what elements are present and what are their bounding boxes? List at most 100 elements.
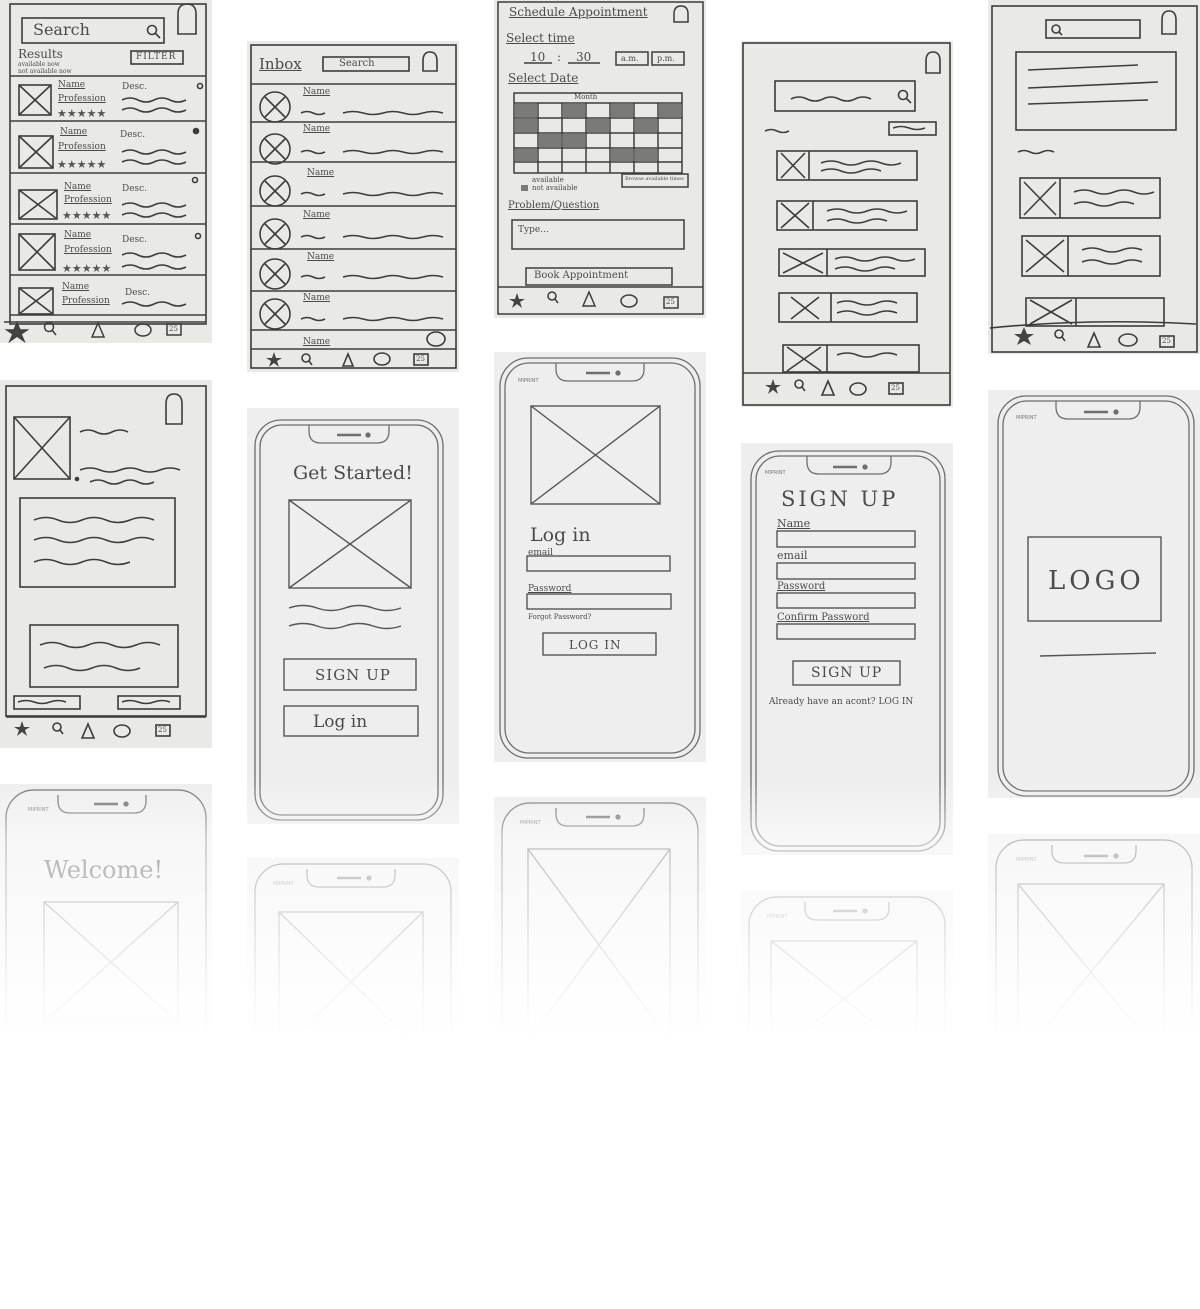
result-profession: Profession [62,296,110,306]
signup-button[interactable]: SIGN UP [811,666,882,680]
feed-screen-sketch [989,5,1198,353]
logo-placeholder: LOGO [1048,566,1145,596]
calendar-day: 25 [158,726,167,734]
results-screen: ★★★★★ ★★★★★ ★★★★★ ★★★★★ Search Results F… [0,0,212,343]
result-desc: Desc. [122,184,148,194]
svg-text:★★★★★: ★★★★★ [57,158,106,171]
placeholder-phone-frame [254,863,452,1058]
result-name[interactable]: Name [62,283,89,292]
problem-input[interactable]: Type... [518,226,549,235]
sign-up-button[interactable]: SIGN UP [315,668,391,683]
placeholder-screen: MIPRINT [247,858,459,1058]
placeholder-screen: MIPRINT [988,834,1200,1060]
get-started-screen: Get Started! SIGN UP Log in [247,408,459,824]
placeholder-screen: MIPRINT [494,797,706,1057]
signup-title: SIGN UP [781,487,899,511]
email-label: email [777,549,808,562]
results-heading: Results [18,47,63,61]
login-button[interactable]: LOG IN [569,639,621,651]
confirm-password-label: Confirm Password [777,612,870,623]
select-date-label: Select Date [508,71,579,85]
result-name[interactable]: Name [60,128,87,137]
filter-button[interactable]: FILTER [136,53,176,62]
schedule-screen: Schedule Appointment Select time 10 : 30… [494,0,706,318]
inbox-search[interactable]: Search [339,59,375,69]
brand-label: MIPRINT [765,470,786,476]
welcome-title: Welcome! [44,856,164,884]
brand-label: MIPRINT [28,807,49,813]
result-profession: Profession [64,195,112,205]
inbox-item-name[interactable]: Name [307,169,334,178]
inbox-item-name[interactable]: Name [307,253,334,262]
inbox-item-name[interactable]: Name [303,125,330,134]
result-profession: Profession [58,94,106,104]
result-profession: Profession [64,245,112,255]
svg-text:★★★★★: ★★★★★ [62,262,111,275]
brand-label: MIPRINT [518,378,539,384]
svg-text:★★★★★: ★★★★★ [57,107,106,120]
inbox-item-name[interactable]: Name [303,294,330,303]
login-title: Log in [530,524,591,546]
brand-label: MIPRINT [1016,415,1037,421]
calendar-day: 25 [666,298,675,306]
result-desc: Desc. [125,288,151,298]
signup-screen: MIPRINT SIGN UP Name email Password Conf… [741,443,953,855]
time-colon: : [557,50,562,64]
month-label: Month [574,93,598,101]
placeholder-phone-frame [501,802,699,1057]
logo-screen: MIPRINT LOGO [988,390,1200,798]
placeholder-screen: MIPRINT [741,891,953,1061]
forgot-password-link[interactable]: Forgot Password? [528,614,591,621]
welcome-screen: MIPRINT Welcome! [0,784,212,1054]
placeholder-phone-frame [995,839,1193,1060]
pm-button[interactable]: p.m. [657,55,675,63]
brand-label: MIPRINT [767,914,788,920]
browse-times-button[interactable]: Browse available times [625,177,684,182]
calendar-day: 25 [891,384,900,392]
result-desc: Desc. [122,82,148,92]
inbox-screen-sketch [250,44,457,369]
legend-not-available: not available now [18,68,72,75]
search-label[interactable]: Search [33,22,90,38]
svg-text:★★★★★: ★★★★★ [62,209,111,222]
search-list-screen: 25 [741,41,953,407]
password-label: Password [528,584,572,594]
legend-not-available: not available [532,184,578,192]
login-screen: MIPRINT Log in email Password Forgot Pas… [494,352,706,762]
am-button[interactable]: a.m. [621,55,638,63]
brand-label: MIPRINT [1016,857,1037,863]
minute-field[interactable]: 30 [576,51,591,63]
result-profession: Profession [58,142,106,152]
select-time-label: Select time [506,31,575,45]
hour-field[interactable]: 10 [530,51,545,63]
already-account-link[interactable]: Already have an acont? LOG IN [769,698,913,707]
inbox-item-name[interactable]: Name [303,338,330,347]
welcome-phone-frame [5,789,207,1054]
problem-label: Problem/Question [508,200,600,211]
search-list-sketch [742,42,951,406]
password-label: Password [777,581,826,592]
result-desc: Desc. [120,130,146,140]
inbox-item-name[interactable]: Name [303,88,330,97]
login-phone-frame [499,357,701,759]
inbox-item-name[interactable]: Name [303,211,330,220]
result-name[interactable]: Name [58,81,85,90]
profile-screen-sketch [5,385,207,739]
get-started-title: Get Started! [293,462,413,484]
result-desc: Desc. [122,235,148,245]
calendar-day: 25 [1162,337,1171,345]
schedule-title: Schedule Appointment [509,5,648,19]
inbox-title: Inbox [259,55,302,73]
calendar-day: 25 [416,355,425,363]
profile-screen: 25 [0,380,212,748]
inbox-screen: Inbox Search Name Name Name Name Name Na… [247,41,459,372]
result-name[interactable]: Name [64,183,91,192]
name-label: Name [777,517,811,530]
brand-label: MIPRINT [273,881,294,887]
book-button[interactable]: Book Appointment [534,271,628,281]
feed-screen: 25 [988,0,1200,354]
log-in-button[interactable]: Log in [313,714,367,731]
calendar-day: 25 [169,325,178,333]
legend-available: available [532,176,564,184]
result-name[interactable]: Name [64,231,91,240]
